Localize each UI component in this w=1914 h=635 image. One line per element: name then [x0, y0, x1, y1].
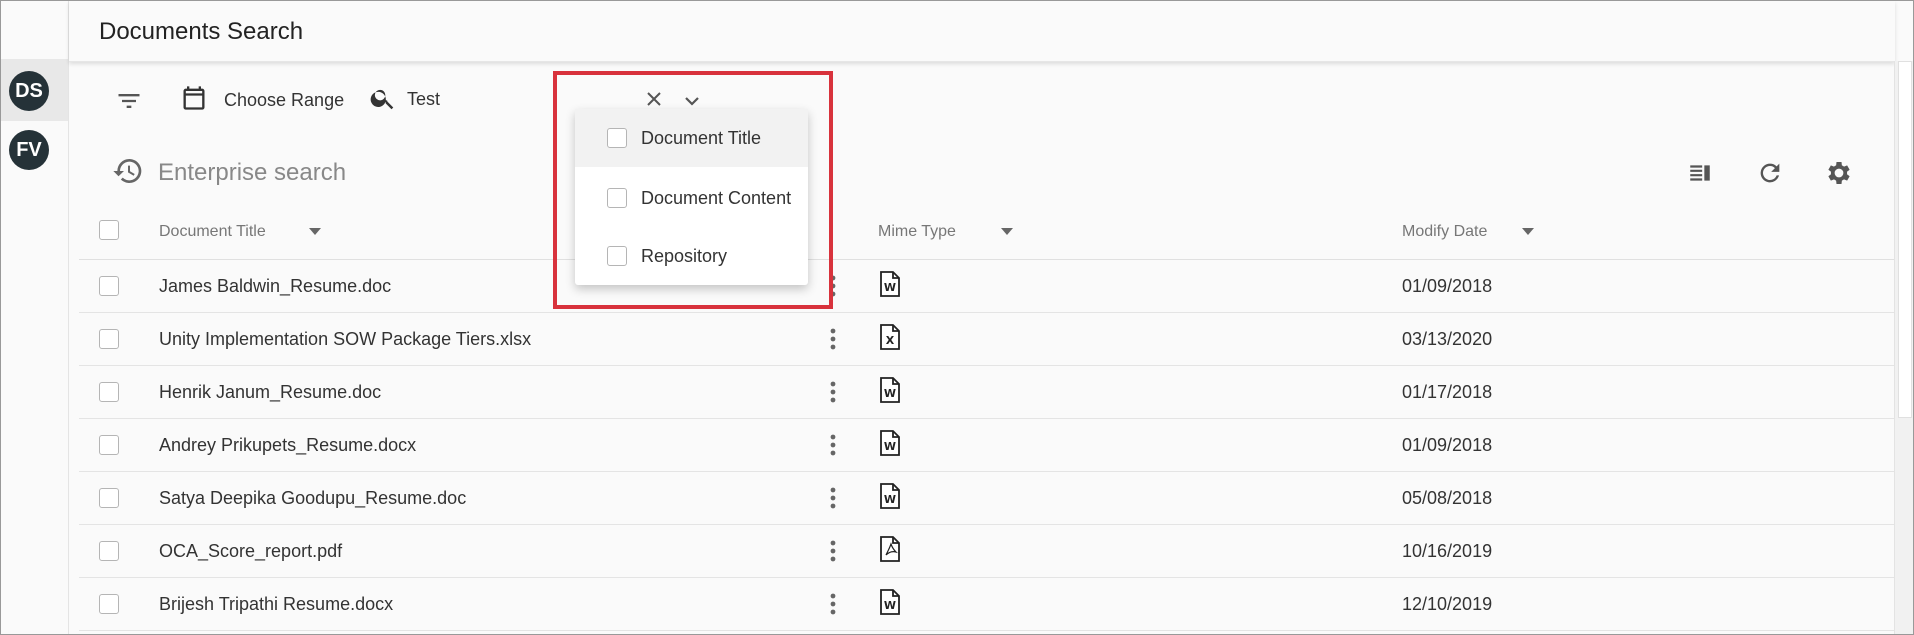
mime-type-cell: X	[879, 323, 901, 356]
option-label: Document Content	[641, 187, 792, 208]
select-all-checkbox[interactable]	[99, 220, 119, 240]
search-icon	[369, 84, 397, 112]
row-checkbox[interactable]	[99, 329, 119, 349]
avatar-fv[interactable]: FV	[9, 130, 49, 170]
history-icon[interactable]	[112, 155, 144, 187]
modify-date-cell: 01/09/2018	[1402, 276, 1493, 296]
sort-down-icon[interactable]	[308, 227, 322, 237]
svg-text:W: W	[884, 599, 896, 612]
document-title-cell[interactable]: OCA_Score_report.pdf	[159, 541, 342, 562]
table-row[interactable]: Brijesh Tripathi Resume.docx W 12/10/201…	[79, 578, 1895, 631]
table-row[interactable]: James Baldwin_Resume.doc W 01/09/2018	[79, 260, 1895, 313]
modify-date-cell: 12/10/2019	[1402, 594, 1493, 614]
choose-range-button[interactable]: Choose Range	[180, 84, 344, 112]
svg-text:W: W	[884, 387, 896, 400]
option-checkbox[interactable]	[607, 128, 627, 148]
calendar-icon	[180, 84, 208, 112]
app-window: DS FV Documents Search Choose Range Test	[0, 0, 1914, 635]
modify-date-cell: 03/13/2020	[1402, 329, 1493, 349]
table-row[interactable]: OCA_Score_report.pdf 10/16/2019	[79, 525, 1895, 578]
gear-icon[interactable]	[1819, 153, 1859, 193]
page-title: Documents Search	[99, 18, 304, 45]
mime-type-cell	[879, 535, 901, 568]
avatar-ds[interactable]: DS	[9, 71, 49, 111]
columns-icon[interactable]	[1680, 153, 1720, 193]
option-document-content[interactable]: Document Content	[575, 169, 808, 227]
modify-date-cell: 01/09/2018	[1402, 435, 1493, 455]
left-rail: DS FV	[1, 1, 69, 634]
document-title-cell[interactable]: Brijesh Tripathi Resume.docx	[159, 594, 393, 615]
mime-type-cell: W	[879, 482, 901, 515]
kebab-icon[interactable]	[823, 591, 843, 617]
kebab-icon[interactable]	[823, 432, 843, 458]
word-file-icon: W	[880, 589, 900, 615]
close-icon[interactable]	[642, 87, 666, 111]
document-title-cell[interactable]: Andrey Prikupets_Resume.docx	[159, 435, 416, 456]
kebab-icon[interactable]	[823, 326, 843, 352]
option-checkbox[interactable]	[607, 246, 627, 266]
excel-file-icon: X	[880, 324, 900, 350]
kebab-icon[interactable]	[823, 273, 843, 299]
table-row[interactable]: Andrey Prikupets_Resume.docx W 01/09/201…	[79, 419, 1895, 472]
table-row[interactable]: Satya Deepika Goodupu_Resume.doc W 05/08…	[79, 472, 1895, 525]
option-repository[interactable]: Repository	[575, 227, 808, 285]
modify-date-cell: 10/16/2019	[1402, 541, 1493, 561]
row-checkbox[interactable]	[99, 435, 119, 455]
sort-down-icon[interactable]	[1000, 227, 1014, 237]
mime-type-cell: W	[879, 376, 901, 409]
search-chip-label: Test	[407, 88, 441, 109]
document-title-cell[interactable]: Satya Deepika Goodupu_Resume.doc	[159, 488, 466, 509]
word-file-icon: W	[880, 483, 900, 509]
pdf-file-icon	[880, 536, 900, 562]
column-header-title[interactable]: Document Title	[159, 223, 322, 241]
refresh-icon[interactable]	[1750, 153, 1790, 193]
table-header: Document Title Mime Type Modify Date	[79, 206, 1895, 260]
option-label: Document Title	[641, 127, 762, 148]
search-field-dropdown: Document Title Document Content Reposito…	[575, 109, 808, 285]
kebab-icon[interactable]	[823, 538, 843, 564]
document-title-cell[interactable]: Henrik Janum_Resume.doc	[159, 382, 381, 403]
row-checkbox[interactable]	[99, 488, 119, 508]
word-file-icon: W	[880, 377, 900, 403]
header: Documents Search	[69, 1, 1895, 62]
svg-text:X: X	[886, 334, 895, 347]
choose-range-label: Choose Range	[224, 89, 345, 110]
svg-text:W: W	[884, 281, 896, 294]
option-document-title[interactable]: Document Title	[575, 109, 808, 167]
sort-down-icon[interactable]	[1521, 227, 1535, 237]
row-checkbox[interactable]	[99, 541, 119, 561]
mime-type-cell: W	[879, 588, 901, 621]
table-row[interactable]: Unity Implementation SOW Package Tiers.x…	[79, 313, 1895, 366]
mime-type-cell: W	[879, 270, 901, 303]
svg-text:W: W	[884, 440, 896, 453]
row-checkbox[interactable]	[99, 276, 119, 296]
scrollbar-thumb[interactable]	[1898, 61, 1912, 418]
kebab-icon[interactable]	[823, 379, 843, 405]
mime-type-cell: W	[879, 429, 901, 462]
row-checkbox[interactable]	[99, 594, 119, 614]
option-label: Repository	[641, 245, 728, 266]
documents-table: Document Title Mime Type Modify Date Jam…	[79, 206, 1895, 631]
column-header-mime[interactable]: Mime Type	[878, 223, 1014, 241]
table-row[interactable]: Henrik Janum_Resume.doc W 01/17/2018	[79, 366, 1895, 419]
document-title-cell[interactable]: James Baldwin_Resume.doc	[159, 276, 391, 297]
word-file-icon: W	[880, 430, 900, 456]
option-checkbox[interactable]	[607, 188, 627, 208]
vertical-scrollbar[interactable]	[1894, 61, 1913, 634]
filter-icon[interactable]	[115, 87, 143, 115]
search-chip[interactable]: Test	[369, 84, 440, 112]
document-title-cell[interactable]: Unity Implementation SOW Package Tiers.x…	[159, 329, 531, 350]
svg-text:W: W	[884, 493, 896, 506]
word-file-icon: W	[880, 271, 900, 297]
column-header-date[interactable]: Modify Date	[1402, 223, 1535, 241]
modify-date-cell: 05/08/2018	[1402, 488, 1493, 508]
modify-date-cell: 01/17/2018	[1402, 382, 1493, 402]
row-checkbox[interactable]	[99, 382, 119, 402]
kebab-icon[interactable]	[823, 485, 843, 511]
